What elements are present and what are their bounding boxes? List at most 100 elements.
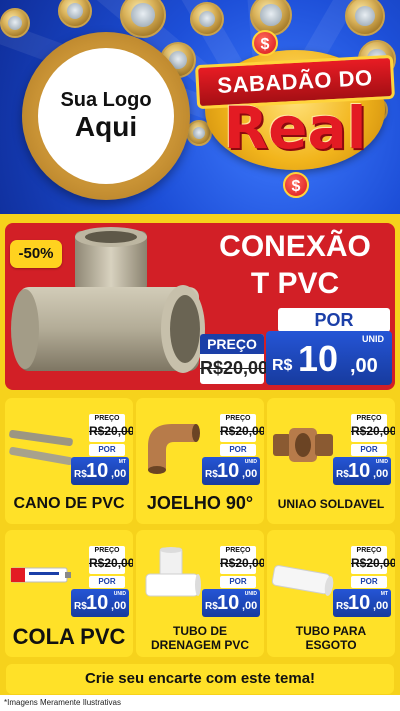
por-label: POR [89, 576, 125, 588]
old-price-box: PREÇO R$20,00 [89, 546, 133, 574]
product-name-line1: TUBO DE [173, 624, 227, 638]
new-price-box: UNID R$ 10 ,00 [202, 589, 260, 617]
unit-label: UNID [362, 334, 384, 344]
disclaimer-text: *Imagens Meramente Ilustrativas [0, 695, 400, 711]
old-price: R$20,00 [220, 556, 264, 570]
currency-symbol: R$ [336, 601, 349, 612]
new-price: 10 [217, 460, 240, 482]
new-price-cents: ,00 [373, 468, 389, 480]
por-label: POR [351, 576, 387, 588]
new-price-cents: ,00 [242, 468, 258, 480]
new-price: 10 [348, 460, 371, 482]
new-price-box: UNID R$ 10 ,00 [202, 457, 260, 485]
old-price-box: PREÇO R$20,00 [220, 546, 264, 574]
old-price: R$20,00 [89, 556, 133, 570]
drainage-tee-image [145, 547, 201, 597]
new-price-cents: ,00 [350, 355, 378, 377]
preco-label: PREÇO [94, 415, 120, 422]
old-price: R$20,00 [200, 358, 269, 378]
product-name: CANO DE PVC [13, 495, 125, 512]
por-label: POR [89, 444, 125, 456]
create-flyer-button[interactable]: Crie seu encarte com este tema! [6, 664, 394, 694]
currency-symbol: R$ [336, 469, 349, 480]
preco-label: PREÇO [94, 547, 120, 554]
preco-label: PREÇO [225, 415, 251, 422]
preco-label: PREÇO [356, 547, 382, 554]
discount-badge: -50% [10, 240, 62, 268]
pvc-union-image [273, 428, 333, 462]
logo-placeholder: Sua Logo Aqui [38, 48, 174, 184]
product-name: COLA PVC [12, 624, 126, 649]
currency-symbol: R$ [272, 357, 293, 374]
old-price: R$20,00 [220, 424, 264, 438]
new-price: 10 [86, 460, 109, 482]
dollar-icon: $ [283, 172, 309, 198]
product-name-line1: TUBO PARA [295, 624, 367, 638]
currency-symbol: R$ [205, 601, 218, 612]
dollar-icon: $ [252, 30, 278, 56]
product-name: TUBO DE DRENAGEM PVC [136, 624, 264, 652]
old-price: R$20,00 [351, 556, 395, 570]
new-price-box: UNID R$ 10 ,00 [266, 331, 392, 385]
new-price-box: MT R$ 10 ,00 [71, 457, 129, 485]
product-card-joelho[interactable]: PREÇO R$20,00 POR UNID R$ 10 ,00 JOELHO … [136, 398, 264, 524]
unit-label: MT [380, 591, 388, 597]
coin-icon [190, 2, 224, 36]
featured-title-line1: CONEXÃO [219, 230, 371, 263]
product-card-cano-pvc[interactable]: PREÇO R$20,00 POR MT R$ 10 ,00 CANO DE P… [5, 398, 133, 524]
new-price-cents: ,00 [373, 600, 389, 612]
unit-label: UNID [244, 591, 257, 597]
old-price-box: PREÇO R$20,00 [220, 414, 264, 442]
por-label: POR [278, 308, 390, 332]
old-price: R$20,00 [89, 424, 133, 438]
old-price-box: PREÇO R$20,00 [351, 414, 395, 442]
old-price-box: PREÇO R$20,00 [89, 414, 133, 442]
product-name: UNIAO SOLDAVEL [277, 497, 385, 511]
preco-label: PREÇO [225, 547, 251, 554]
pvc-pipe-image [9, 429, 73, 466]
new-price-cents: ,00 [242, 600, 258, 612]
unit-label: UNID [375, 459, 388, 465]
old-price: R$20,00 [351, 424, 395, 438]
new-price-box: MT R$ 10 ,00 [333, 589, 391, 617]
featured-title: CONEXÃO T PVC [200, 228, 390, 302]
preco-label: PREÇO [200, 334, 264, 354]
unit-label: UNID [244, 459, 257, 465]
logo-text-line2: Aqui [74, 111, 138, 142]
unit-label: UNID [113, 591, 126, 597]
featured-title-line2: T PVC [250, 267, 340, 300]
new-price: 10 [298, 338, 339, 379]
logo-text-line1: Sua Logo [60, 89, 152, 111]
currency-symbol: R$ [205, 469, 218, 480]
sewer-pipe-image [271, 565, 334, 596]
glue-tube-image [10, 567, 71, 583]
unit-label: MT [118, 459, 126, 465]
product-name: JOELHO 90° [146, 493, 254, 513]
product-card-tubo-esgoto[interactable]: PREÇO R$20,00 POR MT R$ 10 ,00 TUBO PARA… [267, 530, 395, 657]
currency-symbol: R$ [74, 469, 87, 480]
promo-header: Sua Logo Aqui $ SABADÃO DO Real $ [0, 0, 400, 214]
product-card-cola[interactable]: PREÇO R$20,00 POR UNID R$ 10 ,00 COLA PV… [5, 530, 133, 657]
currency-symbol: R$ [74, 601, 87, 612]
coin-icon [345, 0, 385, 36]
new-price-box: UNID R$ 10 ,00 [71, 589, 129, 617]
promo-headline: Real [223, 94, 367, 162]
product-name: TUBO PARA ESGOTO [267, 624, 395, 652]
old-price-box: PREÇO R$20,00 [351, 546, 395, 574]
new-price: 10 [86, 592, 109, 614]
pvc-elbow-image [148, 424, 200, 474]
preco-label: PREÇO [356, 415, 382, 422]
product-name-line2: DRENAGEM PVC [150, 638, 249, 652]
product-card-uniao[interactable]: PREÇO R$20,00 POR UNID R$ 10 ,00 UNIAO S… [267, 398, 395, 524]
old-price-box: PREÇO R$20,00 [200, 334, 269, 384]
por-label: POR [220, 444, 256, 456]
product-card-tubo-drenagem[interactable]: PREÇO R$20,00 POR UNID R$ 10 ,00 TUBO DE… [136, 530, 264, 657]
new-price: 10 [217, 592, 240, 614]
coin-icon [0, 8, 30, 38]
new-price-box: UNID R$ 10 ,00 [333, 457, 391, 485]
por-label: POR [220, 576, 256, 588]
new-price-cents: ,00 [111, 468, 127, 480]
por-label: POR [351, 444, 387, 456]
new-price-cents: ,00 [111, 600, 127, 612]
new-price: 10 [348, 592, 371, 614]
